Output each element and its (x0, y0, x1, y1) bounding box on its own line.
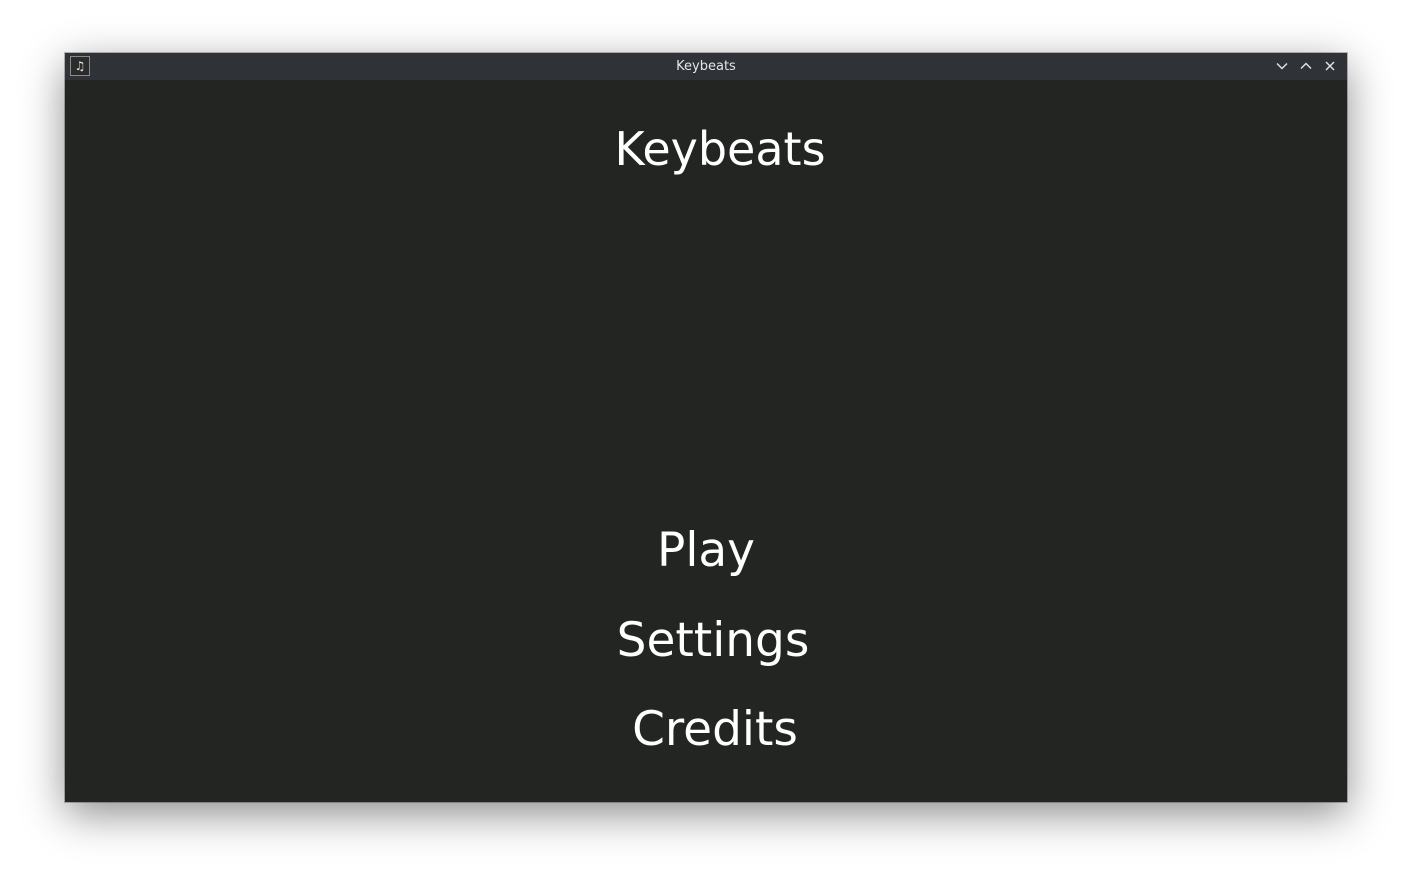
minimize-button[interactable] (1273, 57, 1291, 75)
window-titlebar[interactable]: ♫ Keybeats (65, 53, 1347, 80)
close-icon (1325, 61, 1335, 71)
app-window: ♫ Keybeats Keybeats Play Settings Credit… (65, 53, 1347, 802)
game-canvas: Keybeats Play Settings Credits (65, 80, 1347, 802)
game-title: Keybeats (614, 122, 826, 176)
maximize-button[interactable] (1297, 57, 1315, 75)
close-button[interactable] (1321, 57, 1339, 75)
chevron-up-icon (1300, 62, 1312, 69)
credits-button[interactable]: Credits (65, 706, 1347, 753)
play-button[interactable]: Play (65, 527, 1347, 574)
window-title: Keybeats (676, 59, 736, 74)
chevron-down-icon (1276, 63, 1288, 70)
settings-button[interactable]: Settings (65, 617, 1347, 664)
